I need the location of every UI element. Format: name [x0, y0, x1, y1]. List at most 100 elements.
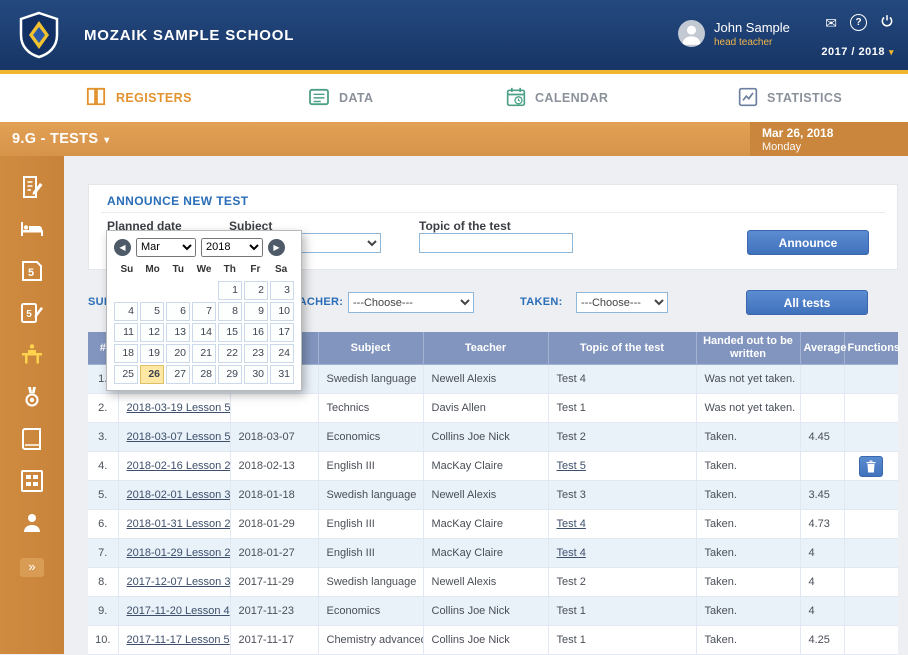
calendar-day[interactable]: 23	[244, 344, 268, 363]
calendar-day[interactable]: 7	[192, 302, 216, 321]
calendar-day[interactable]: 27	[166, 365, 190, 384]
power-icon[interactable]	[880, 14, 894, 31]
calendar-day[interactable]: 24	[270, 344, 294, 363]
taken-filter-select[interactable]: ---Choose---	[576, 292, 668, 313]
lesson-link[interactable]: 2018-03-07 Lesson 5	[127, 431, 231, 443]
average-cell	[800, 452, 844, 481]
calendar-day[interactable]: 28	[192, 365, 216, 384]
topic-link[interactable]: Test 4	[557, 547, 586, 559]
tab-label: REGISTERS	[116, 91, 192, 105]
status-cell: Was not yet taken.	[696, 394, 800, 423]
calendar-day[interactable]: 4	[114, 302, 138, 321]
calendar-day[interactable]: 18	[114, 344, 138, 363]
calendar-day[interactable]: 31	[270, 365, 294, 384]
test-row: 8.2017-12-07 Lesson 32017-11-29Swedish l…	[88, 568, 898, 597]
teacher-cell: MacKay Claire	[423, 539, 548, 568]
calendar-day[interactable]: 20	[166, 344, 190, 363]
tab-registers[interactable]: REGISTERS	[85, 74, 192, 122]
help-icon[interactable]: ?	[850, 14, 867, 31]
main-nav: REGISTERS DATA CALENDAR ST	[0, 74, 908, 122]
calendar-day[interactable]: 11	[114, 323, 138, 342]
status-cell: Taken.	[696, 539, 800, 568]
test-row: 5.2018-02-01 Lesson 32018-01-18Swedish l…	[88, 481, 898, 510]
school-year-label: 2017 / 2018	[821, 46, 885, 58]
calendar-day[interactable]: 19	[140, 344, 164, 363]
calendar-day[interactable]: 14	[192, 323, 216, 342]
calendar-day[interactable]: 9	[244, 302, 268, 321]
functions-cell	[844, 597, 898, 626]
lesson-link[interactable]: 2017-11-20 Lesson 4	[127, 605, 230, 617]
calendar-day[interactable]: 25	[114, 365, 138, 384]
topic-link[interactable]: Test 4	[557, 518, 586, 530]
lesson-link[interactable]: 2018-02-16 Lesson 2	[127, 460, 231, 472]
calendar-day[interactable]: 21	[192, 344, 216, 363]
teacher-filter-select[interactable]: ---Choose---	[348, 292, 474, 313]
functions-cell	[844, 510, 898, 539]
delete-test-button[interactable]	[859, 456, 883, 477]
sidebar-item-classwork[interactable]	[11, 334, 53, 376]
school-year-selector[interactable]: 2017 / 2018▾	[821, 46, 894, 58]
topic-cell: Test 4	[548, 539, 696, 568]
sidebar-item-students[interactable]	[11, 502, 53, 544]
mail-icon[interactable]: ✉	[825, 15, 837, 31]
topic-input[interactable]	[419, 233, 573, 253]
calendar-day[interactable]: 17	[270, 323, 294, 342]
sidebar-item-awards[interactable]	[11, 376, 53, 418]
tab-calendar[interactable]: CALENDAR	[506, 74, 608, 122]
teacher-cell: Collins Joe Nick	[423, 626, 548, 655]
test-row: 9.2017-11-20 Lesson 42017-11-23Economics…	[88, 597, 898, 626]
weekday-label: Tu	[165, 264, 191, 278]
room-layout-icon	[19, 469, 45, 493]
prev-month-button[interactable]: ◀	[114, 239, 131, 256]
functions-cell	[844, 626, 898, 655]
calendar-day[interactable]: 12	[140, 323, 164, 342]
sidebar-item-dormitory[interactable]	[11, 208, 53, 250]
month-select[interactable]: Mar	[136, 238, 196, 257]
row-number-cell: 9.	[88, 597, 118, 626]
calendar-day[interactable]: 8	[218, 302, 242, 321]
lesson-link[interactable]: 2017-12-07 Lesson 3	[127, 576, 231, 588]
topic-link[interactable]: Test 5	[557, 460, 586, 472]
lesson-link[interactable]: 2017-11-17 Lesson 5	[127, 634, 230, 646]
table-body: 1.Swedish languageNewell AlexisTest 4Was…	[88, 365, 898, 655]
calendar-day[interactable]: 22	[218, 344, 242, 363]
column-header: Topic of the test	[548, 332, 696, 365]
sidebar-item-register[interactable]	[11, 166, 53, 208]
sidebar-item-books[interactable]	[11, 418, 53, 460]
calendar-day[interactable]: 13	[166, 323, 190, 342]
topic-cell: Test 4	[548, 510, 696, 539]
calendar-day[interactable]: 5	[140, 302, 164, 321]
class-title: 9.G - TESTS	[12, 131, 98, 147]
lesson-link[interactable]: 2018-01-31 Lesson 2	[127, 518, 231, 530]
all-tests-button[interactable]: All tests	[746, 290, 868, 315]
current-date-box: Mar 26, 2018 Monday	[750, 122, 908, 156]
row-number-cell: 8.	[88, 568, 118, 597]
calendar-day[interactable]: 6	[166, 302, 190, 321]
tab-data[interactable]: DATA	[308, 74, 373, 122]
calendar-day[interactable]: 26	[140, 365, 164, 384]
calendar-day[interactable]: 3	[270, 281, 294, 300]
calendar-day[interactable]: 10	[270, 302, 294, 321]
user-name: John Sample	[714, 20, 790, 35]
sidebar-item-tests[interactable]: 5	[11, 292, 53, 334]
sidebar-item-classroom[interactable]	[11, 460, 53, 502]
year-select[interactable]: 2018	[201, 238, 263, 257]
calendar-day[interactable]: 29	[218, 365, 242, 384]
lesson-link[interactable]: 2018-03-19 Lesson 5	[127, 402, 231, 414]
class-selector[interactable]: 9.G - TESTS▾	[12, 122, 110, 158]
panel-title: ANNOUNCE NEW TEST	[107, 194, 248, 208]
next-month-button[interactable]: ▶	[268, 239, 285, 256]
calendar-day[interactable]: 2	[244, 281, 268, 300]
announce-button[interactable]: Announce	[747, 230, 869, 255]
announced-date-cell: 2018-01-27	[230, 539, 318, 568]
calendar-day[interactable]: 15	[218, 323, 242, 342]
lesson-link[interactable]: 2018-01-29 Lesson 2	[127, 547, 231, 559]
calendar-day[interactable]: 1	[218, 281, 242, 300]
calendar-day[interactable]: 16	[244, 323, 268, 342]
sidebar-expand-button[interactable]: »	[20, 558, 44, 577]
user-menu[interactable]: John Sample head teacher	[678, 20, 790, 48]
tab-statistics[interactable]: STATISTICS	[738, 74, 842, 122]
calendar-day[interactable]: 30	[244, 365, 268, 384]
lesson-link[interactable]: 2018-02-01 Lesson 3	[127, 489, 231, 501]
sidebar-item-grades[interactable]: 5	[11, 250, 53, 292]
